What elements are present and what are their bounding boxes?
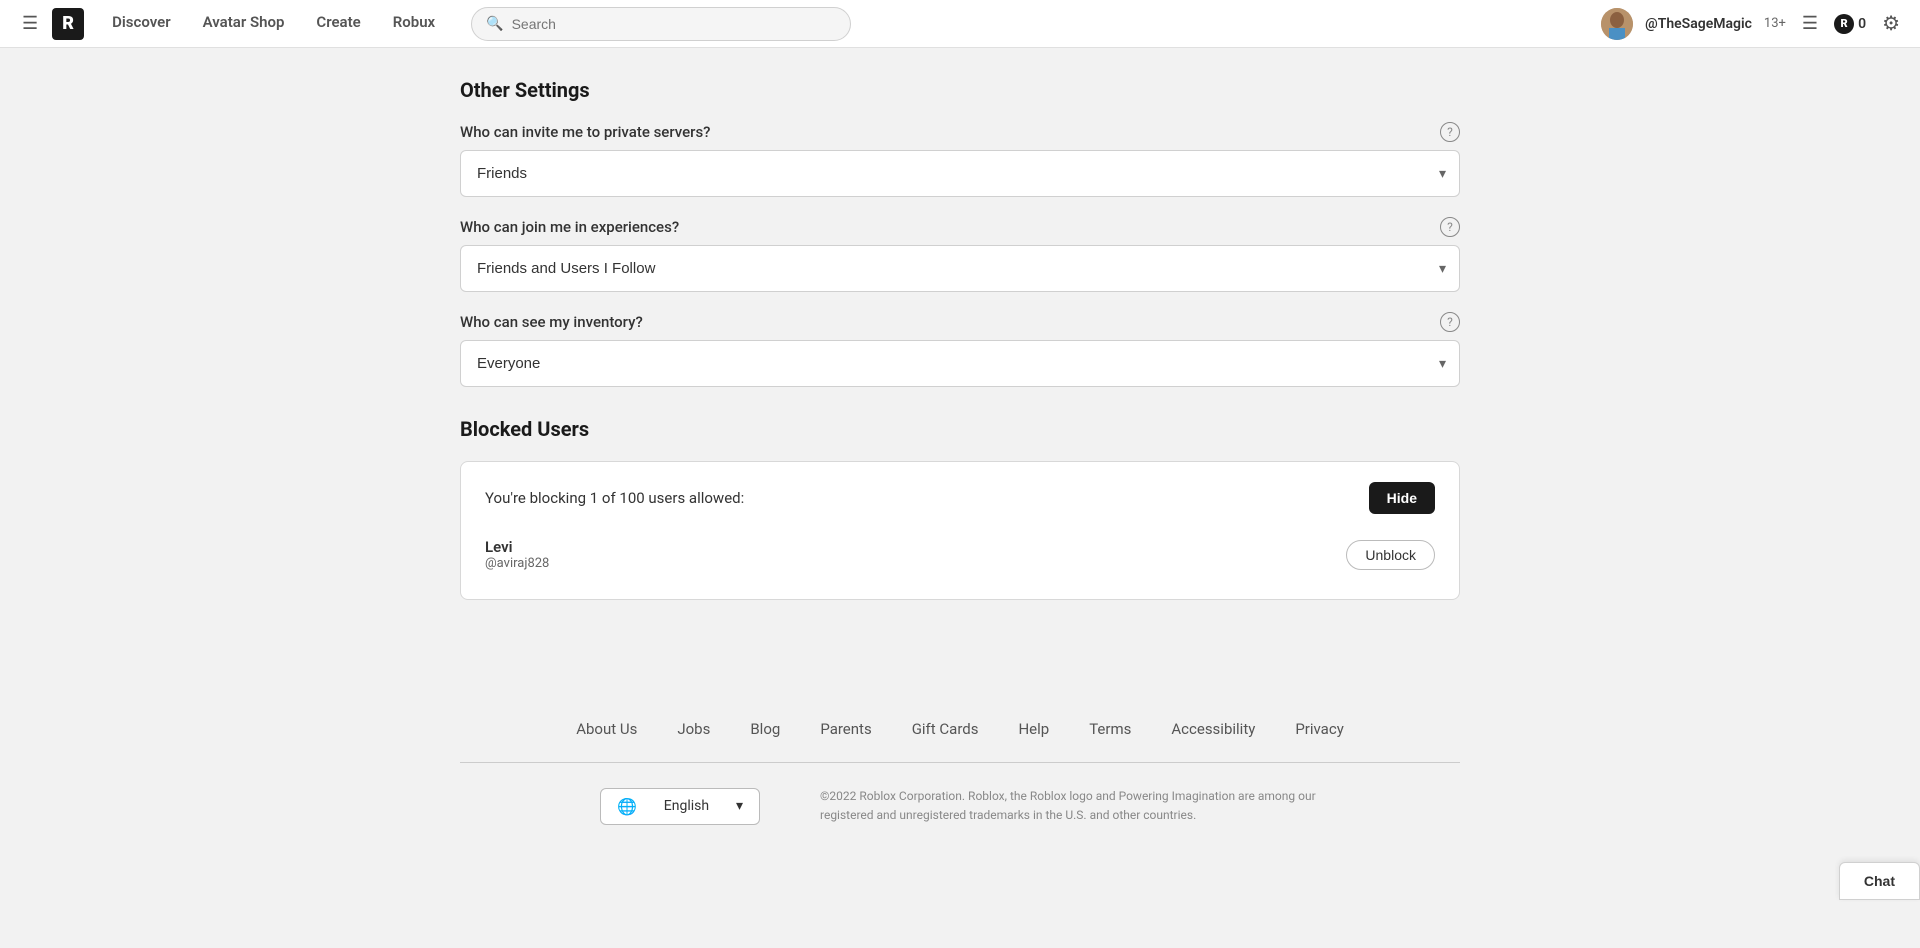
messages-button[interactable]: ☰ bbox=[1798, 9, 1822, 38]
search-icon: 🔍 bbox=[486, 16, 503, 32]
private-servers-help-icon[interactable]: ? bbox=[1440, 122, 1460, 142]
join-experiences-label-row: Who can join me in experiences? ? bbox=[460, 217, 1460, 237]
avatar bbox=[1601, 8, 1633, 40]
globe-icon: 🌐 bbox=[617, 797, 637, 816]
search-bar: 🔍 bbox=[471, 7, 851, 41]
private-servers-label: Who can invite me to private servers? bbox=[460, 123, 710, 141]
private-servers-select-wrapper: Friends No one Everyone ▾ bbox=[460, 150, 1460, 197]
table-row: Levi @aviraj828 Unblock bbox=[485, 530, 1435, 579]
footer-blog[interactable]: Blog bbox=[750, 720, 780, 738]
blocked-user-info: Levi @aviraj828 bbox=[485, 538, 1330, 571]
footer-gift-cards[interactable]: Gift Cards bbox=[912, 720, 979, 738]
blocked-header: You're blocking 1 of 100 users allowed: … bbox=[485, 482, 1435, 514]
join-experiences-help-icon[interactable]: ? bbox=[1440, 217, 1460, 237]
footer-terms[interactable]: Terms bbox=[1089, 720, 1131, 738]
inventory-label-row: Who can see my inventory? ? bbox=[460, 312, 1460, 332]
footer-parents[interactable]: Parents bbox=[820, 720, 871, 738]
username-label: @TheSageMagic bbox=[1645, 16, 1752, 32]
footer-privacy[interactable]: Privacy bbox=[1295, 720, 1343, 738]
language-chevron-icon: ▾ bbox=[736, 798, 743, 814]
hide-button[interactable]: Hide bbox=[1369, 482, 1435, 514]
blocked-users-title: Blocked Users bbox=[460, 417, 1460, 441]
footer-accessibility[interactable]: Accessibility bbox=[1171, 720, 1255, 738]
other-settings-section: Other Settings Who can invite me to priv… bbox=[460, 48, 1460, 620]
nav-right: @TheSageMagic 13+ ☰ R 0 ⚙ bbox=[1601, 7, 1904, 40]
inventory-row: Who can see my inventory? ? Everyone Fri… bbox=[460, 312, 1460, 387]
footer: About Us Jobs Blog Parents Gift Cards He… bbox=[0, 680, 1920, 845]
footer-links: About Us Jobs Blog Parents Gift Cards He… bbox=[0, 720, 1920, 738]
unblock-button[interactable]: Unblock bbox=[1346, 540, 1435, 570]
inventory-label: Who can see my inventory? bbox=[460, 313, 643, 331]
join-experiences-select-wrapper: Friends and Users I Follow Friends No on… bbox=[460, 245, 1460, 292]
age-badge: 13+ bbox=[1764, 16, 1786, 31]
blocked-users-section: Blocked Users You're blocking 1 of 100 u… bbox=[460, 417, 1460, 600]
inventory-select[interactable]: Everyone Friends No one bbox=[460, 340, 1460, 387]
nav-create[interactable]: Create bbox=[300, 0, 376, 48]
footer-about-us[interactable]: About Us bbox=[576, 720, 637, 738]
chat-button[interactable]: Chat bbox=[1839, 862, 1920, 900]
join-experiences-select[interactable]: Friends and Users I Follow Friends No on… bbox=[460, 245, 1460, 292]
robux-count: 0 bbox=[1858, 16, 1866, 32]
footer-copyright: ©2022 Roblox Corporation. Roblox, the Ro… bbox=[820, 787, 1320, 825]
join-experiences-label: Who can join me in experiences? bbox=[460, 218, 679, 236]
nav-robux[interactable]: Robux bbox=[377, 0, 451, 48]
navbar: ☰ R Discover Avatar Shop Create Robux 🔍 … bbox=[0, 0, 1920, 48]
private-servers-row: Who can invite me to private servers? ? … bbox=[460, 122, 1460, 197]
join-experiences-row: Who can join me in experiences? ? Friend… bbox=[460, 217, 1460, 292]
footer-divider bbox=[460, 762, 1460, 763]
private-servers-label-row: Who can invite me to private servers? ? bbox=[460, 122, 1460, 142]
footer-help[interactable]: Help bbox=[1018, 720, 1049, 738]
blocked-user-name: Levi bbox=[485, 538, 1330, 556]
footer-jobs[interactable]: Jobs bbox=[677, 720, 710, 738]
language-label: English bbox=[664, 798, 709, 814]
inventory-help-icon[interactable]: ? bbox=[1440, 312, 1460, 332]
other-settings-title: Other Settings bbox=[460, 78, 1460, 102]
hamburger-button[interactable]: ☰ bbox=[16, 7, 44, 40]
blocked-users-box: You're blocking 1 of 100 users allowed: … bbox=[460, 461, 1460, 600]
main-content: Other Settings Who can invite me to priv… bbox=[460, 48, 1460, 680]
robux-icon: R bbox=[1834, 14, 1854, 34]
inventory-select-wrapper: Everyone Friends No one ▾ bbox=[460, 340, 1460, 387]
nav-avatar-shop[interactable]: Avatar Shop bbox=[187, 0, 301, 48]
settings-button[interactable]: ⚙ bbox=[1878, 7, 1904, 40]
roblox-logo: R bbox=[52, 8, 84, 40]
private-servers-select[interactable]: Friends No one Everyone bbox=[460, 150, 1460, 197]
blocked-count-text: You're blocking 1 of 100 users allowed: bbox=[485, 489, 744, 507]
robux-balance: R 0 bbox=[1834, 14, 1866, 34]
language-selector[interactable]: 🌐 English ▾ bbox=[600, 788, 760, 825]
blocked-user-handle: @aviraj828 bbox=[485, 556, 1330, 571]
footer-bottom: 🌐 English ▾ ©2022 Roblox Corporation. Ro… bbox=[460, 787, 1460, 825]
nav-discover[interactable]: Discover bbox=[96, 0, 186, 48]
nav-links: Discover Avatar Shop Create Robux bbox=[96, 0, 451, 48]
search-input[interactable] bbox=[512, 16, 837, 32]
